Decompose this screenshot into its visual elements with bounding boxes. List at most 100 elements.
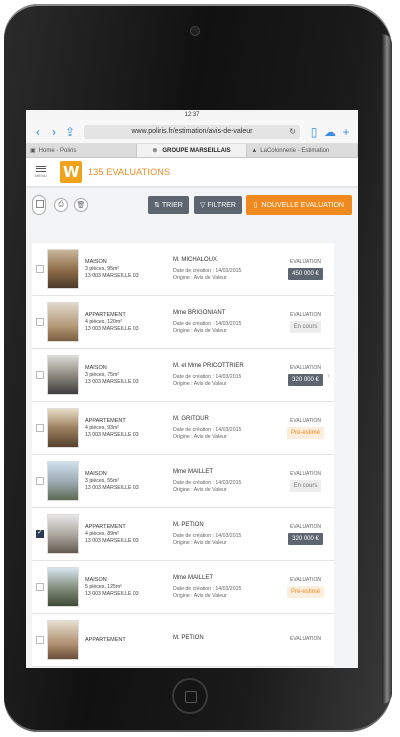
property-type: MAISON: [85, 364, 107, 371]
action-bar: ⎙ 🗑 ⇅ TRIER ▽ FILTRER ▯ NOUVELLE EVALUAT…: [26, 188, 358, 222]
row-checkbox[interactable]: [36, 424, 44, 432]
creation-date: Date de création : 14/03/2015: [173, 532, 242, 539]
property-type: MAISON: [85, 258, 107, 265]
property-type: APPARTEMENT: [85, 417, 126, 424]
status-badge: 320 000 €: [288, 373, 323, 386]
chevron-right-icon[interactable]: ›: [327, 370, 330, 380]
owner-info: Mme MAILLET Date de création : 14/03/2015…: [173, 469, 277, 494]
browser-tabs: ▣ Home - Poliris ⊗ GROUPE MARSEILLAIS ▲ …: [26, 144, 358, 158]
back-icon[interactable]: ‹: [30, 125, 46, 139]
bookmarks-icon[interactable]: ▯: [306, 125, 322, 139]
list-item[interactable]: MAISON 5 pièces, 125m² 13 003 MARSEILLE 03…: [32, 561, 334, 614]
creation-date: Date de création : 14/03/2015: [173, 320, 242, 327]
property-info: MAISON 5 pièces, 125m² 13 003 MARSEILLE 03: [85, 577, 173, 598]
evaluation-label: EVALUATION: [290, 523, 321, 530]
property-info: APPARTEMENT 4 pièces, 93m² 13 003 MARSEILL…: [85, 418, 173, 439]
document-icon: ▯: [253, 202, 258, 209]
select-all-checkbox[interactable]: [32, 195, 46, 215]
page-icon: ▲: [251, 147, 258, 154]
new-evaluation-label: NOUVELLE EVALUATION: [261, 201, 344, 209]
list-item[interactable]: MAISON 3 pièces, 95m² 13 003 MARSEILLE 03 M…: [32, 243, 334, 296]
property-details: 4 pièces, 93m²: [85, 424, 120, 431]
origin: Origine : Avis de Valeur: [173, 539, 227, 546]
forward-icon[interactable]: ›: [46, 125, 62, 139]
address-bar[interactable]: www.poliris.fr/estimation/avis-de-valeur…: [84, 124, 300, 139]
tab-home[interactable]: ▣ Home - Poliris: [26, 144, 137, 157]
evaluation-label: EVALUATION: [290, 258, 321, 265]
cloud-icon[interactable]: ☁: [322, 125, 338, 139]
property-city: 13 003 MARSEILLE 03: [85, 431, 139, 438]
tab-label: GROUPE MARSEILLAIS: [162, 147, 231, 154]
origin: Origine : Avis de Valeur: [173, 327, 227, 334]
property-photo: [47, 408, 79, 448]
list-item[interactable]: MAISON 3 pièces, 75m² 13 003 MARSEILLE 03 M…: [32, 349, 334, 402]
list-item[interactable]: APPARTEMENT4 pièces, 89m²13 003 MARSEILL…: [32, 508, 334, 561]
tab-groupe-marseillais[interactable]: ⊗ GROUPE MARSEILLAIS: [136, 144, 248, 157]
evaluation-status: EVALUATION Pré-estimé: [277, 418, 334, 439]
reload-icon[interactable]: ↻: [289, 127, 296, 136]
status-badge: Pré-estimé: [286, 585, 324, 598]
new-evaluation-button[interactable]: ▯ NOUVELLE EVALUATION: [245, 195, 352, 215]
origin: Origine : Avis de Valeur: [173, 274, 227, 281]
creation-date: Date de création : 14/03/2015: [173, 373, 242, 380]
origin: Origine : Avis de Valeur: [173, 592, 227, 599]
status-bar: 12:37: [26, 110, 358, 120]
trash-icon[interactable]: 🗑: [74, 198, 88, 212]
property-city: 13 003 MARSEILLE 03: [85, 590, 139, 597]
row-checkbox[interactable]: [36, 583, 44, 591]
property-city: 13 003 MARSEILLE 03: [85, 537, 139, 544]
row-checkbox[interactable]: [36, 528, 44, 538]
owner-info: M. et Mme PRICOTTRIER Date de création : …: [173, 363, 277, 388]
menu-button[interactable]: MENU: [32, 166, 50, 178]
owner-info: M. MICHALOUX Date de création : 14/03/201…: [173, 257, 277, 282]
creation-date: Date de création : 14/03/2015: [173, 479, 242, 486]
row-checkbox[interactable]: [36, 636, 44, 644]
evaluation-status: EVALUATION 320 000 €: [277, 524, 334, 545]
owner-info: M. PETION Date de création : 14/03/2015 Or…: [173, 522, 277, 547]
evaluation-label: EVALUATION: [290, 576, 321, 583]
list-item[interactable]: APPARTEMENT M. PETION EVALUATION: [32, 614, 334, 667]
sort-icon: ⇅: [154, 202, 162, 209]
evaluation-label: EVALUATION: [290, 311, 321, 318]
property-photo: [47, 567, 79, 607]
owner-name: Mme BRIGONIANT: [173, 309, 226, 316]
sort-button[interactable]: ⇅ TRIER: [148, 196, 189, 214]
menu-label: MENU: [35, 173, 47, 178]
owner-name: M. MICHALOUX: [173, 256, 218, 263]
evaluation-label: EVALUATION: [290, 364, 321, 371]
row-checkbox[interactable]: [36, 265, 44, 273]
property-info: APPARTEMENT 4 pièces, 120m² 13 003 MARSEIL…: [85, 312, 173, 333]
property-photo: [47, 461, 79, 501]
status-badge: En cours: [289, 479, 322, 492]
close-icon[interactable]: ⊗: [152, 147, 157, 154]
tab-lacolonnerie[interactable]: ▲ LaColonnerie - Estimation: [247, 144, 358, 157]
row-checkbox[interactable]: [36, 318, 44, 326]
property-city: 13 003 MARSEILLE 03: [85, 378, 139, 385]
row-checkbox[interactable]: [36, 477, 44, 485]
property-photo: [47, 355, 79, 395]
property-details: 4 pièces, 120m²: [85, 318, 122, 325]
filter-label: FILTRER: [207, 201, 236, 209]
sort-label: TRIER: [161, 201, 183, 209]
home-button[interactable]: [172, 678, 208, 714]
tablet-edge: [382, 34, 392, 704]
property-city: 13 003 MARSEILLE 03: [85, 272, 139, 279]
creation-date: Date de création : 14/03/2015: [173, 267, 242, 274]
property-type: APPARTEMENT: [85, 523, 126, 530]
print-icon[interactable]: ⎙: [54, 198, 68, 212]
property-info: MAISON 3 pièces, 95m² 13 003 MARSEILLE 03: [85, 259, 173, 280]
property-photo: [47, 514, 79, 554]
new-tab-icon[interactable]: +: [338, 125, 354, 139]
list-item[interactable]: MAISON 3 pièces, 55m² 13 003 MARSEILLE 03 M…: [32, 455, 334, 508]
share-icon[interactable]: ⇪: [62, 125, 78, 139]
row-checkbox[interactable]: [36, 371, 44, 379]
brand-logo: [60, 161, 82, 183]
filter-button[interactable]: ▽ FILTRER: [194, 196, 242, 214]
status-badge: Pré-estimé: [286, 426, 324, 439]
property-photo: [47, 302, 79, 342]
evaluation-status: EVALUATION 320 000 €: [277, 365, 334, 386]
list-item[interactable]: APPARTEMENT 4 pièces, 120m² 13 003 MARSEIL…: [32, 296, 334, 349]
evaluation-status: EVALUATION Pré-estimé: [277, 577, 334, 598]
tab-label: Home - Poliris: [38, 147, 77, 154]
list-item[interactable]: APPARTEMENT 4 pièces, 93m² 13 003 MARSEILL…: [32, 402, 334, 455]
